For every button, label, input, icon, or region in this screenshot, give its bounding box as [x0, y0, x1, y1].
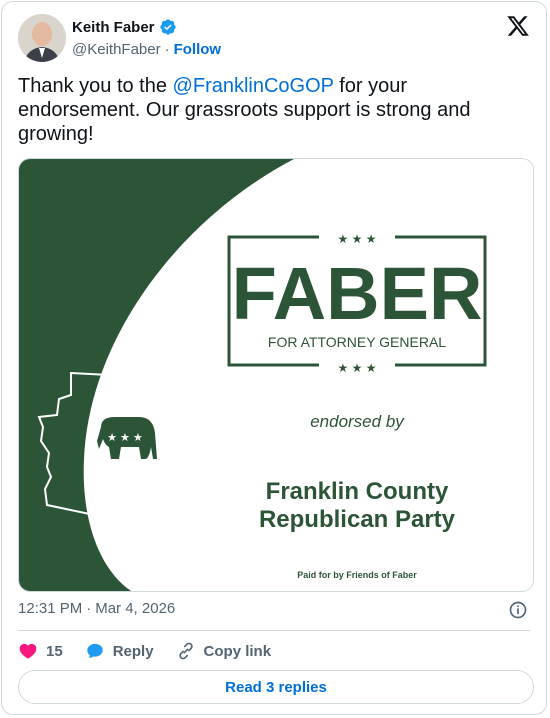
meta-separator: · — [86, 600, 92, 617]
copy-link-label: Copy link — [203, 642, 272, 660]
tweet-text: Thank you to the @FranklinCoGOP for your… — [18, 74, 518, 146]
author-handle[interactable]: @KeithFaber — [72, 41, 161, 58]
like-count: 15 — [46, 642, 63, 660]
top-stars: ★ ★ ★ — [338, 232, 377, 246]
copy-link-button[interactable]: Copy link — [176, 641, 272, 661]
paid-for-disclaimer: Paid for by Friends of Faber — [297, 570, 417, 580]
heart-icon — [19, 643, 37, 659]
timestamp-row: 12:31 PM · Mar 4, 2026 — [18, 600, 175, 617]
author-name[interactable]: Keith Faber — [72, 19, 155, 36]
divider — [18, 630, 530, 631]
org-name-line1: Franklin County — [266, 478, 449, 505]
endorsement-graphic: ★ ★ ★ ★ ★ ★ FABER FOR ATTORNEY GENERAL ★… — [19, 159, 533, 591]
reply-bubble-icon — [86, 643, 103, 659]
tweet-date[interactable]: Mar 4, 2026 — [95, 600, 175, 617]
action-bar: 15 Reply Copy link — [18, 638, 293, 664]
tweet-card: Keith Faber @KeithFaber · Follow Thank y… — [1, 1, 547, 715]
org-name-line2: Republican Party — [259, 506, 456, 533]
verified-badge-icon — [159, 19, 176, 35]
avatar-image — [18, 14, 66, 62]
attorney-general-subtitle: FOR ATTORNEY GENERAL — [268, 334, 446, 350]
read-replies-button[interactable]: Read 3 replies — [18, 670, 534, 704]
tweet-text-start: Thank you to the — [18, 75, 173, 97]
faber-headline: FABER — [232, 252, 483, 335]
handle-row: @KeithFaber · Follow — [72, 41, 221, 58]
info-icon[interactable] — [508, 600, 528, 620]
tweet-media[interactable]: ★ ★ ★ ★ ★ ★ FABER FOR ATTORNEY GENERAL ★… — [18, 158, 534, 592]
reply-button[interactable]: Reply — [85, 641, 154, 661]
endorsed-by-text: endorsed by — [310, 412, 405, 431]
x-logo-icon[interactable] — [506, 14, 530, 38]
author-name-row: Keith Faber — [72, 18, 177, 36]
reply-label: Reply — [112, 642, 154, 660]
elephant-stars: ★ ★ ★ — [107, 432, 143, 444]
link-icon — [178, 642, 193, 660]
handle-separator: · — [164, 41, 170, 58]
tweet-time[interactable]: 12:31 PM — [18, 600, 82, 617]
bottom-stars: ★ ★ ★ — [338, 361, 377, 375]
like-button[interactable]: 15 — [18, 641, 63, 661]
mention-link[interactable]: @FranklinCoGOP — [173, 75, 334, 97]
follow-link[interactable]: Follow — [174, 41, 222, 58]
avatar[interactable] — [18, 14, 66, 62]
